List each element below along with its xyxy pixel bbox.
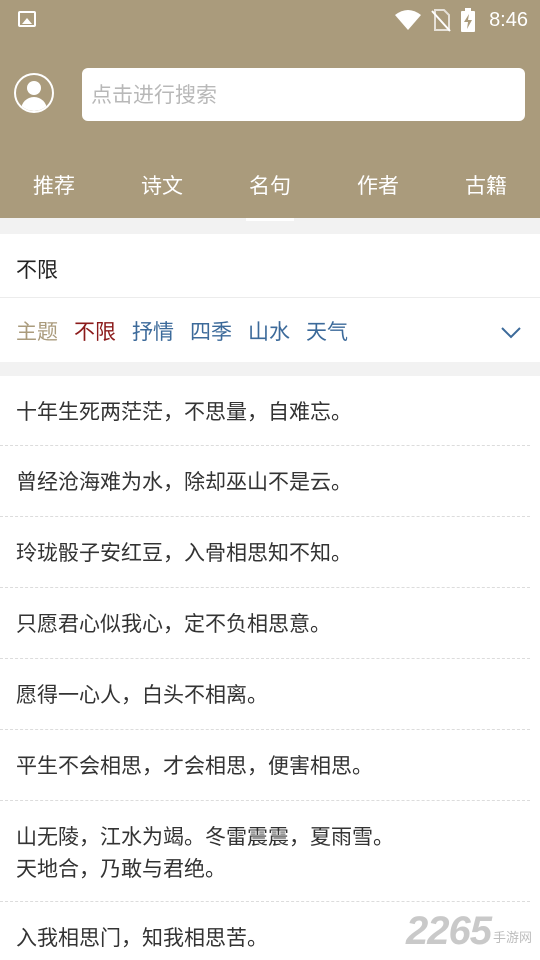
tab-authors[interactable]: 作者 [324, 170, 432, 214]
list-item[interactable]: 只愿君心似我心，定不负相思意。 [0, 588, 540, 659]
tab-bar: 推荐 诗文 名句 作者 古籍 [0, 160, 540, 221]
app-header: 8:46 推荐 诗文 名句 作者 古籍 [0, 0, 540, 221]
list-item[interactable]: 十年生死两茫茫，不思量，自难忘。 [0, 376, 540, 446]
filter-panel: 不限 主题 不限 抒情 四季 山水 天气 [0, 234, 540, 362]
tab-ancient-books[interactable]: 古籍 [432, 170, 540, 214]
quote-list: 十年生死两茫茫，不思量，自难忘。 曾经沧海难为水，除却巫山不是云。 玲珑骰子安红… [0, 376, 540, 960]
tab-poems[interactable]: 诗文 [108, 170, 216, 214]
quote-text: 玲珑骰子安红豆，入骨相思知不知。 [16, 541, 352, 565]
list-item[interactable]: 愿得一心人，白头不相离。 [0, 659, 540, 730]
quote-text: 只愿君心似我心，定不负相思意。 [16, 612, 331, 636]
quote-text: 平生不会相思，才会相思，便害相思。 [16, 754, 373, 778]
quote-text: 入我相思门，知我相思苦。 [16, 926, 268, 950]
search-input[interactable] [82, 68, 525, 121]
status-bar: 8:46 [0, 0, 540, 40]
list-item[interactable]: 山无陵，江水为竭。冬雷震震，夏雨雪。 天地合，乃敢与君绝。 [0, 801, 540, 902]
theme-tag-selected[interactable]: 不限 [74, 316, 116, 346]
current-filter: 不限 [16, 258, 58, 282]
user-avatar-icon[interactable] [14, 73, 54, 113]
theme-tag[interactable]: 抒情 [132, 316, 174, 346]
status-time: 8:46 [489, 8, 528, 31]
quote-text: 愿得一心人，白头不相离。 [16, 683, 268, 707]
site-watermark: 2265 手游网 [406, 909, 532, 954]
gallery-notification-icon [18, 11, 36, 27]
theme-tag[interactable]: 四季 [190, 316, 232, 346]
tab-recommend[interactable]: 推荐 [0, 170, 108, 214]
quote-text: 曾经沧海难为水，除却巫山不是云。 [16, 470, 352, 494]
tab-famous-lines[interactable]: 名句 [216, 170, 324, 221]
no-sim-icon [431, 9, 451, 32]
theme-tag[interactable]: 天气 [306, 316, 348, 346]
battery-charging-icon [461, 8, 476, 32]
theme-tag[interactable]: 山水 [248, 316, 290, 346]
theme-filter-row: 主题 不限 抒情 四季 山水 天气 [16, 316, 348, 346]
list-item[interactable]: 平生不会相思，才会相思，便害相思。 [0, 730, 540, 801]
chevron-down-icon[interactable] [500, 321, 522, 343]
list-item[interactable]: 玲珑骰子安红豆，入骨相思知不知。 [0, 517, 540, 588]
divider [0, 297, 540, 298]
watermark-number: 2265 [406, 909, 492, 953]
wifi-icon [395, 10, 422, 30]
quote-text: 十年生死两茫茫，不思量，自难忘。 [16, 400, 352, 424]
quote-text: 山无陵，江水为竭。冬雷震震，夏雨雪。 天地合，乃敢与君绝。 [16, 825, 394, 881]
list-item[interactable]: 曾经沧海难为水，除却巫山不是云。 [0, 446, 540, 517]
active-tab-indicator [246, 218, 294, 221]
theme-label: 主题 [16, 320, 58, 344]
watermark-sub: 手游网 [492, 931, 532, 946]
